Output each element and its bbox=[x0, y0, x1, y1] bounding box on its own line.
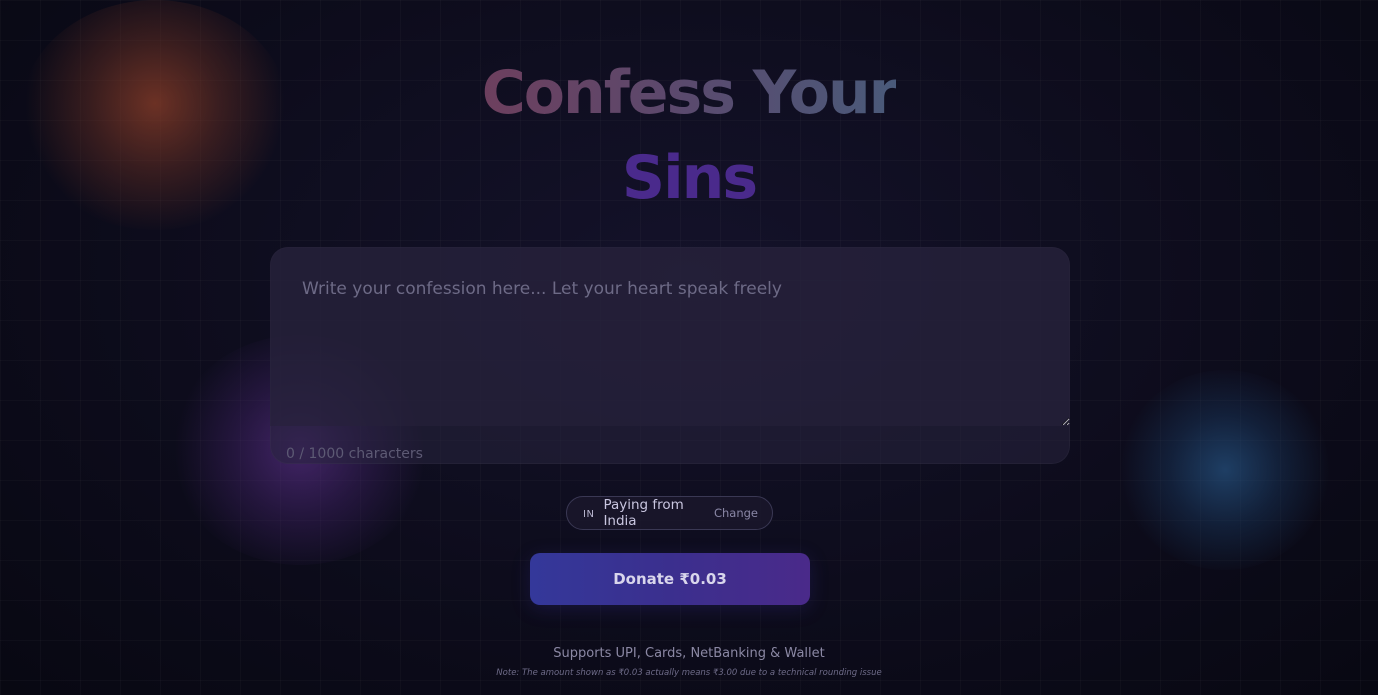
country-label: Paying from India bbox=[603, 497, 684, 529]
payment-methods-text: Supports UPI, Cards, NetBanking & Wallet bbox=[553, 646, 825, 661]
country-selector: IN Paying from India Change bbox=[566, 496, 773, 530]
character-counter: 0 / 1000 characters bbox=[286, 446, 423, 462]
confession-input[interactable] bbox=[270, 247, 1070, 426]
country-flag-icon: IN bbox=[583, 509, 595, 520]
page-background: Confess Your Sins 0 / 1000 characters IN… bbox=[0, 0, 1378, 695]
confession-card: 0 / 1000 characters bbox=[270, 247, 1070, 464]
page-title: Confess Your Sins bbox=[0, 58, 1378, 213]
title-line-2: Sins bbox=[621, 143, 758, 213]
rounding-note: Note: The amount shown as ₹0.03 actually… bbox=[496, 668, 882, 678]
donate-button[interactable]: Donate ₹0.03 bbox=[530, 553, 810, 605]
glow-orb-blue bbox=[1120, 370, 1330, 570]
change-country-link[interactable]: Change bbox=[714, 506, 758, 520]
title-line-1: Confess Your bbox=[481, 58, 899, 128]
